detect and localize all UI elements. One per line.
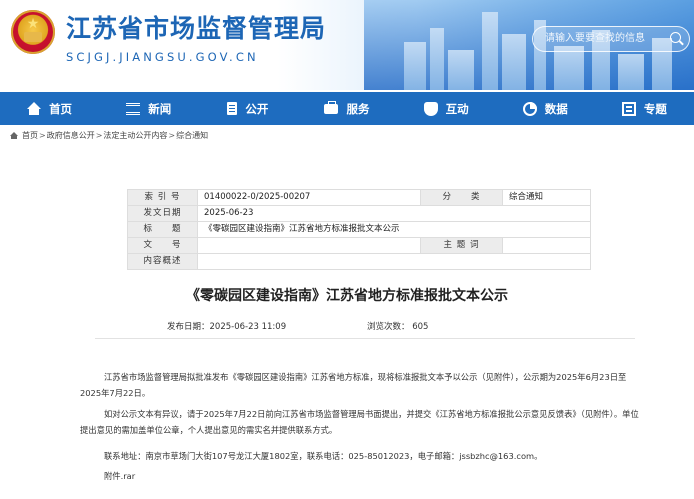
date-value: 2025-06-23 xyxy=(197,205,591,222)
nav-item-public[interactable]: 公开 xyxy=(198,92,297,125)
doc-number-label: 文 号 xyxy=(127,237,198,254)
view-count: 浏览次数： 605 xyxy=(367,322,429,332)
date-label: 发文日期 xyxy=(127,205,198,222)
table-row: 发文日期 2025-06-23 xyxy=(127,205,591,222)
news-icon xyxy=(126,102,141,115)
table-row: 文 号 主 题 词 xyxy=(127,237,591,254)
nav-item-label: 服务 xyxy=(346,101,370,116)
document-icon xyxy=(227,102,238,115)
breadcrumb: 首页 > 政府信息公开 > 法定主动公开内容 > 综合通知 xyxy=(10,130,208,141)
index-value: 01400022-0/2025-00207 xyxy=(197,189,421,206)
summary-value xyxy=(197,253,591,270)
subject-label: 主 题 词 xyxy=(420,237,503,254)
nav-item-data[interactable]: 数据 xyxy=(496,92,595,125)
nav-item-service[interactable]: 服务 xyxy=(297,92,396,125)
table-row: 内容概述 xyxy=(127,253,591,270)
home-icon xyxy=(10,131,18,139)
article-title: 《零碳园区建设指南》江苏省地方标准报批文本公示 xyxy=(186,288,508,304)
subject-value xyxy=(502,237,591,254)
national-emblem-logo: ★ xyxy=(11,10,55,54)
search-box xyxy=(532,26,690,52)
search-icon[interactable] xyxy=(670,32,681,43)
breadcrumb-notice[interactable]: 综合通知 xyxy=(176,130,208,141)
breadcrumb-separator: > xyxy=(95,131,103,140)
main-nav: 首页 新闻 公开 服务 互动 数据 专题 xyxy=(0,92,694,125)
briefcase-icon xyxy=(324,100,339,114)
nav-item-interaction[interactable]: 互动 xyxy=(397,92,496,125)
document-info-table: 索 引 号 01400022-0/2025-00207 分 类 综合通知 发文日… xyxy=(127,189,591,270)
nav-item-topics[interactable]: 专题 xyxy=(595,92,694,125)
site-title: 江苏省市场监督管理局 xyxy=(66,14,327,43)
nav-item-label: 专题 xyxy=(643,101,667,116)
table-row: 标 题 《零碳园区建设指南》江苏省地方标准报批文本公示 xyxy=(127,221,591,238)
nav-item-label: 互动 xyxy=(445,101,469,116)
nav-item-news[interactable]: 新闻 xyxy=(99,92,198,125)
breadcrumb-separator: > xyxy=(168,131,176,140)
nav-item-label: 新闻 xyxy=(148,101,172,116)
breadcrumb-statutory[interactable]: 法定主动公开内容 xyxy=(103,130,167,141)
nav-item-home[interactable]: 首页 xyxy=(0,92,99,125)
article-paragraph-1: 江苏省市场监督管理局拟批准发布《零碳园区建设指南》江苏省地方标准，现将标准报批文… xyxy=(80,372,627,398)
doc-number-value xyxy=(197,237,421,254)
header-banner: ★ 江苏省市场监督管理局 SCJGJ.JIANGSU.GOV.CN xyxy=(0,0,694,90)
title-value: 《零碳园区建设指南》江苏省地方标准报批文本公示 xyxy=(197,221,591,238)
category-value: 综合通知 xyxy=(502,189,591,206)
nav-item-label: 首页 xyxy=(49,101,73,116)
publish-time: 发布日期：2025-06-23 11:09 xyxy=(167,322,287,332)
breadcrumb-separator: > xyxy=(39,131,46,140)
category-label: 分 类 xyxy=(420,189,503,206)
search-input[interactable] xyxy=(545,30,661,46)
site-url: SCJGJ.JIANGSU.GOV.CN xyxy=(66,50,259,64)
home-icon xyxy=(27,102,42,115)
topic-icon xyxy=(621,101,636,116)
divider xyxy=(95,338,635,339)
breadcrumb-home[interactable]: 首页 xyxy=(22,130,38,141)
title-label: 标 题 xyxy=(127,221,198,238)
contact-info: 联系地址：南京市草场门大街107号龙江大厦1802室，联系电话：025-8501… xyxy=(104,451,543,461)
attachment-link[interactable]: 附件.rar xyxy=(104,470,135,482)
handshake-icon xyxy=(423,101,438,116)
summary-label: 内容概述 xyxy=(127,253,198,270)
nav-item-label: 公开 xyxy=(245,101,269,116)
article-paragraph-2: 如对公示文本有异议，请于2025年7月22日前向江苏省市场监督管理局书面提出，并… xyxy=(80,409,639,435)
breadcrumb-gov-info[interactable]: 政府信息公开 xyxy=(47,130,95,141)
table-row: 索 引 号 01400022-0/2025-00207 分 类 综合通知 xyxy=(127,189,591,206)
nav-item-label: 数据 xyxy=(544,101,568,116)
pie-chart-icon xyxy=(522,101,537,116)
index-label: 索 引 号 xyxy=(127,189,198,206)
